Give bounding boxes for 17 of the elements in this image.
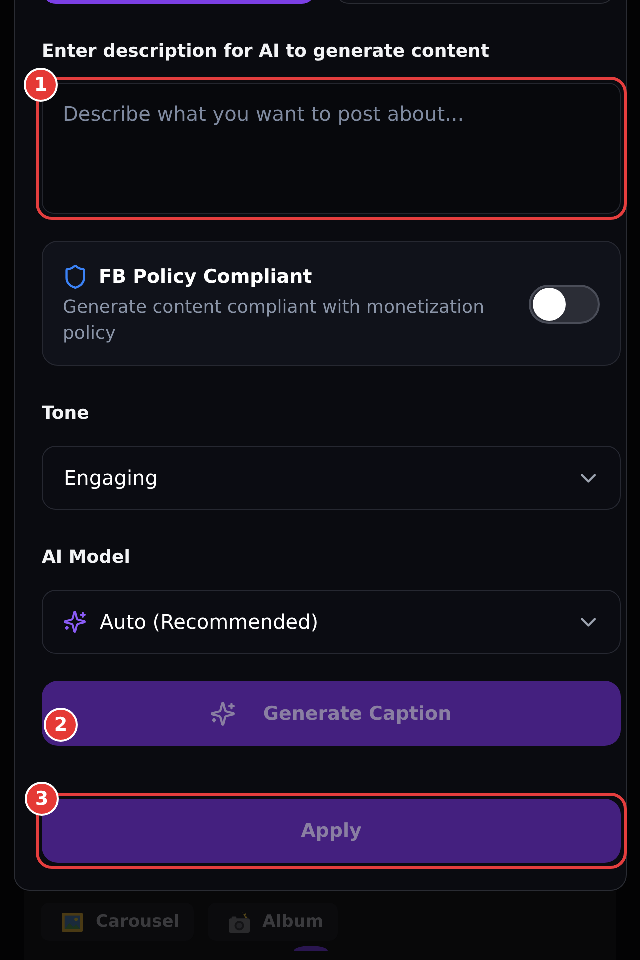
field-label: Enter description for AI to generate content — [42, 40, 490, 64]
callout-badge: 3 — [25, 782, 59, 816]
chevron-down-icon — [581, 618, 596, 626]
sparkle-icon — [64, 611, 86, 633]
sparkle-icon — [211, 702, 236, 726]
model-select[interactable]: Auto (Recommended) — [42, 590, 621, 654]
policy-description: Generate content compliant with monetization policy — [63, 296, 486, 346]
field-label: Tone — [42, 402, 90, 426]
tone-select[interactable]: Engaging — [42, 446, 621, 510]
chevron-down-icon — [581, 474, 596, 482]
camera-flash-icon — [228, 912, 251, 932]
field-label: AI Model — [42, 546, 130, 570]
toggle-switch[interactable] — [529, 284, 600, 324]
callout-badge: 1 — [24, 68, 58, 102]
picture-frame-icon — [61, 912, 84, 932]
policy-title: FB Policy Compliant — [99, 266, 312, 288]
shield-icon — [65, 265, 86, 289]
